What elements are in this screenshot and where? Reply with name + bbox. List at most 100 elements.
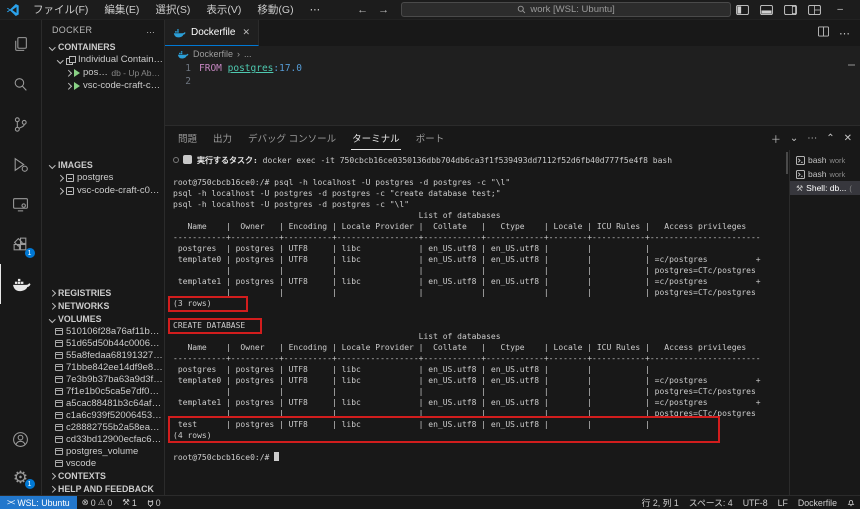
tab-terminal[interactable]: ターミナル: [351, 127, 401, 150]
activity-bar: 1 ⚙ 1: [0, 20, 42, 495]
volume-item[interactable]: a5cac88481b3c64af033eeacc0e...: [42, 397, 164, 409]
run-debug-icon[interactable]: [0, 144, 42, 184]
terminal-output[interactable]: 実行するタスク: docker exec -it 750cbcb16ce0350…: [165, 150, 789, 495]
volume-item[interactable]: cd33bd12900ecfac6eabf517a10...: [42, 433, 164, 445]
terminal-line: List of databases: [173, 210, 789, 221]
menu-selection[interactable]: 選択(S): [148, 0, 197, 19]
section-networks[interactable]: NETWORKS: [42, 299, 164, 312]
tab-close-icon[interactable]: ✕: [242, 27, 250, 38]
volume-item[interactable]: 71bbe842ee14df9e8294ece7ce...: [42, 361, 164, 373]
panel-close-icon[interactable]: ✕: [844, 133, 852, 144]
nav-forward-icon[interactable]: →: [378, 4, 389, 16]
menu-go[interactable]: 移動(G): [250, 0, 300, 19]
tab-problems[interactable]: 問題: [177, 127, 198, 149]
command-center-search[interactable]: work [WSL: Ubuntu]: [401, 2, 731, 17]
sidebar-more-icon[interactable]: …: [146, 25, 156, 35]
running-icon: [74, 69, 80, 77]
volume-item[interactable]: c28882755b2a58ea958d418ed9...: [42, 421, 164, 433]
terminal-line: (3 rows): [173, 298, 789, 309]
docker-sidebar: DOCKER … CONTAINERS Individual Container…: [42, 20, 165, 495]
toggle-secondary-sidebar-icon[interactable]: [779, 2, 801, 18]
account-icon[interactable]: [0, 419, 42, 459]
customize-layout-icon[interactable]: [803, 2, 825, 18]
menu-edit[interactable]: 編集(E): [97, 0, 146, 19]
explorer-icon[interactable]: [0, 24, 42, 64]
terminal-instance-bash-2[interactable]: bash work: [790, 167, 860, 181]
section-registries[interactable]: REGISTRIES: [42, 286, 164, 299]
ports-indicator[interactable]: 0: [142, 498, 166, 508]
indentation[interactable]: スペース: 4: [684, 496, 738, 509]
encoding[interactable]: UTF-8: [738, 498, 773, 508]
maximize-button[interactable]: ▢: [855, 1, 860, 19]
menu-file[interactable]: ファイル(F): [26, 0, 95, 19]
terminal-scrollbar[interactable]: [786, 152, 788, 174]
volume-item[interactable]: 510106f28a76af11b6f4f841a5ec...: [42, 325, 164, 337]
nav-back-icon[interactable]: ←: [357, 4, 368, 16]
volume-item[interactable]: 51d65d50b44c00063e5f23ef84c...: [42, 337, 164, 349]
terminal-line: template1 | postgres | UTF8 | libc | en_…: [173, 276, 789, 287]
terminal-task-line: 実行するタスク: docker exec -it 750cbcb16ce0350…: [173, 155, 789, 166]
task-icon: [183, 155, 192, 164]
container-item-vsc[interactable]: vsc-code-craft-c05039aa9...: [42, 79, 164, 92]
container-item-postgres[interactable]: postgres db - Up About a m...: [42, 66, 164, 79]
panel-maximize-icon[interactable]: ⌃: [826, 133, 834, 144]
notifications-bell-icon[interactable]: [842, 498, 860, 507]
eol[interactable]: LF: [773, 498, 793, 508]
volume-icon: [55, 460, 63, 467]
section-contexts[interactable]: CONTEXTS: [42, 469, 164, 482]
tab-ports[interactable]: ポート: [415, 127, 446, 149]
language-mode[interactable]: Dockerfile: [793, 498, 842, 508]
minimap[interactable]: [847, 62, 857, 116]
tasks-indicator[interactable]: ⚒1: [117, 497, 142, 508]
tab-dockerfile[interactable]: Dockerfile ✕: [165, 20, 259, 46]
volume-item[interactable]: postgres_volume: [42, 445, 164, 457]
settings-gear-icon[interactable]: ⚙ 1: [0, 459, 42, 495]
search-sidebar-icon[interactable]: [0, 64, 42, 104]
panel-more-icon[interactable]: ⋯: [807, 133, 817, 144]
toggle-panel-icon[interactable]: [755, 2, 777, 18]
tab-output[interactable]: 出力: [212, 127, 233, 149]
terminal-dropdown-icon[interactable]: ⌄: [790, 133, 798, 144]
extensions-icon[interactable]: 1: [0, 224, 42, 264]
section-help-feedback[interactable]: HELP AND FEEDBACK: [42, 482, 164, 495]
image-item-postgres[interactable]: postgres: [42, 171, 164, 184]
terminal-line: psql -h localhost -U postgres -d postgre…: [173, 188, 789, 199]
search-value: work [WSL: Ubuntu]: [530, 4, 614, 15]
new-terminal-icon[interactable]: ＋: [771, 131, 781, 146]
menu-more[interactable]: ⋯: [303, 2, 328, 18]
terminal-instance-shell-task[interactable]: ⚒ Shell: db... (: [790, 181, 860, 195]
code-editor[interactable]: 1 2 FROM postgres:17.0: [165, 62, 860, 125]
problems-indicator[interactable]: ⊗0 ⚠0: [77, 497, 118, 508]
toggle-primary-sidebar-icon[interactable]: [731, 2, 753, 18]
volume-item[interactable]: c1a6c939f520064538d8c03a67...: [42, 409, 164, 421]
terminal-line: -----------+----------+----------+------…: [173, 232, 789, 243]
terminal-line: List of databases: [173, 331, 789, 342]
terminal-line: Name | Owner | Encoding | Locale Provide…: [173, 221, 789, 232]
breadcrumb[interactable]: Dockerfile › ...: [165, 46, 860, 62]
volume-item[interactable]: vscode: [42, 457, 164, 469]
tab-debug-console[interactable]: デバッグ コンソール: [247, 127, 337, 149]
task-decoration-icon[interactable]: [173, 157, 179, 163]
remote-indicator[interactable]: >< WSL: Ubuntu: [0, 496, 77, 509]
editor-more-actions-icon[interactable]: ⋯: [839, 27, 850, 40]
minimize-button[interactable]: –: [827, 1, 853, 19]
remote-explorer-icon[interactable]: [0, 184, 42, 224]
volume-item[interactable]: 7e3b9b37ba63a9d3f686356050...: [42, 373, 164, 385]
image-icon: [66, 174, 74, 182]
volume-item[interactable]: 7f1e1b0c5ca5e7df075ecac74fcf...: [42, 385, 164, 397]
section-volumes[interactable]: VOLUMES: [42, 312, 164, 325]
split-editor-icon[interactable]: [818, 26, 829, 40]
section-images[interactable]: IMAGES: [42, 158, 164, 171]
group-individual-containers[interactable]: Individual Containers: [42, 53, 164, 66]
terminal-instance-bash-1[interactable]: bash work: [790, 153, 860, 167]
volume-item[interactable]: 55a8fedaa681913276147ab9e4...: [42, 349, 164, 361]
section-containers[interactable]: CONTAINERS: [42, 40, 164, 53]
settings-badge: 1: [25, 479, 35, 489]
terminal-prompt-line: root@750cbcb16ce0:/#: [173, 452, 789, 463]
image-item-vsc[interactable]: vsc-code-craft-c05039aa99...: [42, 184, 164, 197]
menu-view[interactable]: 表示(V): [199, 0, 248, 19]
docker-extension-icon[interactable]: [0, 264, 42, 304]
source-control-icon[interactable]: [0, 104, 42, 144]
cursor-position[interactable]: 行 2, 列 1: [637, 496, 684, 509]
containers-group-icon: [66, 56, 75, 64]
